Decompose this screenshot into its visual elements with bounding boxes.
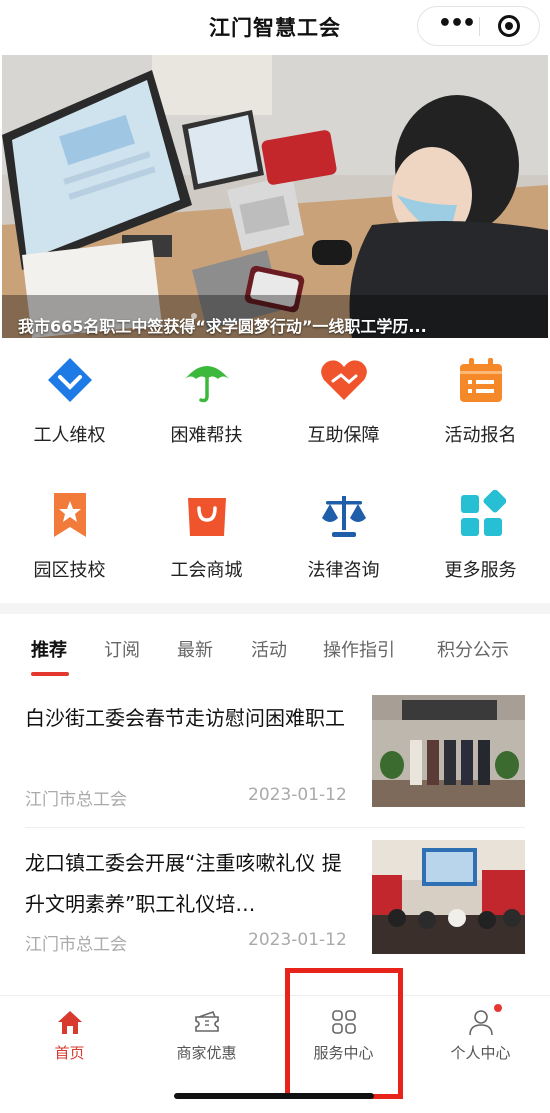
service-label: 互助保障	[307, 425, 380, 446]
service-label: 更多服务	[444, 560, 517, 581]
top-bar: 江门智慧工会 •••	[0, 0, 550, 52]
banner-photo	[2, 55, 548, 338]
notification-dot	[494, 1004, 502, 1012]
nav-label: 商家优惠	[176, 1044, 237, 1062]
tab-points[interactable]: 积分公示	[437, 636, 509, 662]
diamond-shield-icon	[47, 358, 92, 402]
nav-label: 首页	[54, 1044, 85, 1062]
tab-activities[interactable]: 活动	[251, 636, 287, 662]
banner-caption: 我市665名职工中签获得“求学圆梦行动”一线职工学历...	[18, 317, 427, 336]
capsule-divider	[479, 17, 480, 36]
active-tab-indicator	[31, 672, 69, 676]
service-label: 活动报名	[444, 425, 517, 446]
service-label: 工会商城	[170, 560, 243, 581]
umbrella-icon	[184, 366, 229, 403]
service-label: 园区技校	[33, 560, 106, 581]
tab-subscribed[interactable]: 订阅	[104, 636, 140, 662]
service-label: 工人维权	[33, 425, 106, 446]
nav-label: 个人中心	[450, 1044, 511, 1062]
tab-latest[interactable]: 最新	[177, 636, 213, 662]
article-date: 2023-01-12	[248, 785, 347, 805]
coupon-icon	[194, 1010, 219, 1032]
article-source: 江门市总工会	[25, 790, 127, 810]
news-banner[interactable]: 我市665名职工中签获得“求学圆梦行动”一线职工学历...	[2, 55, 548, 338]
article-separator	[25, 827, 525, 828]
article-title: 白沙街工委会春节走访慰问困难职工	[25, 706, 345, 730]
shopping-bag-icon	[187, 498, 226, 536]
grid-more-icon	[460, 490, 506, 536]
article-source: 江门市总工会	[25, 935, 127, 955]
person-icon	[468, 1010, 493, 1036]
home-indicator	[174, 1093, 374, 1099]
article-item[interactable]: 白沙街工委会春节走访慰问困难职工 江门市总工会 2023-01-12	[0, 695, 550, 828]
carousel-dot	[191, 313, 197, 319]
mini-program-capsule: •••	[417, 6, 540, 46]
calendar-list-icon	[459, 358, 502, 402]
article-thumbnail	[372, 695, 525, 807]
article-title: 龙口镇工委会开展“注重咳嗽礼仪 提升文明素养”职工礼仪培…	[25, 851, 342, 916]
section-divider	[0, 603, 550, 614]
bookmark-star-icon	[53, 493, 86, 537]
highlight-annotation-box	[285, 968, 403, 1099]
service-label: 法律咨询	[307, 560, 380, 581]
more-dots-icon[interactable]: •••	[432, 11, 480, 41]
article-thumbnail	[372, 840, 525, 954]
service-label: 困难帮扶	[170, 425, 243, 446]
article-item[interactable]: 龙口镇工委会开展“注重咳嗽礼仪 提升文明素养”职工礼仪培… 江门市总工会 202…	[0, 840, 550, 965]
tab-guide[interactable]: 操作指引	[323, 636, 395, 662]
tab-recommended[interactable]: 推荐	[31, 636, 67, 662]
scales-icon	[321, 496, 366, 537]
heart-hand-icon	[320, 360, 367, 400]
target-circle-icon[interactable]	[498, 15, 520, 37]
home-icon	[57, 1011, 82, 1034]
article-date: 2023-01-12	[248, 930, 347, 950]
